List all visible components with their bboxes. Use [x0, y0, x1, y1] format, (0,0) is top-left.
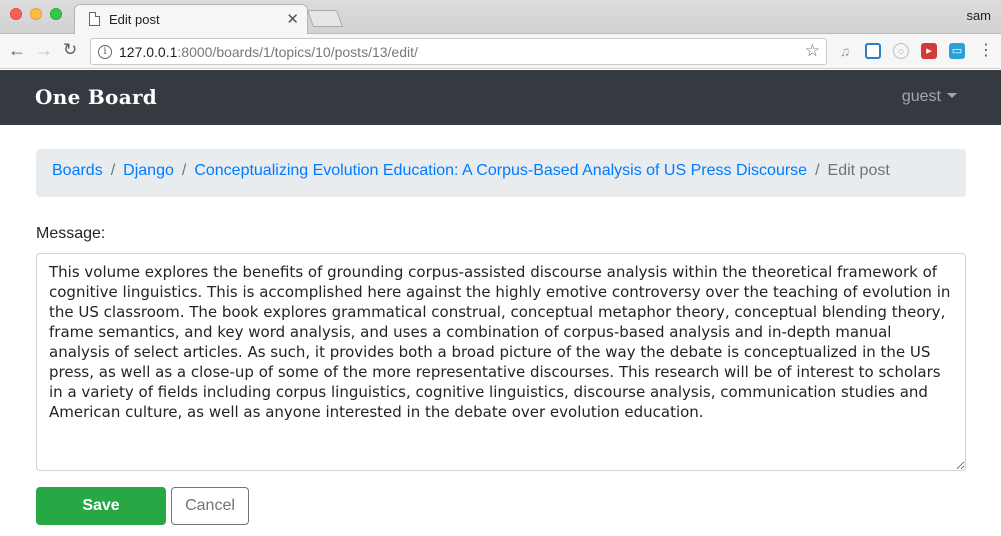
music-extension-icon[interactable]: ♫ [837, 43, 853, 59]
page-icon [89, 12, 100, 26]
minimize-window-icon[interactable] [30, 8, 42, 20]
breadcrumb: Boards / Django / Conceptualizing Evolution … [36, 149, 966, 197]
url-text[interactable]: 127.0.0.1:8000/boards/1/topics/10/posts/… [119, 44, 418, 60]
user-menu[interactable]: guest [902, 88, 957, 106]
breadcrumb-boards[interactable]: Boards [52, 162, 103, 179]
breadcrumb-separator: / [815, 162, 820, 179]
breadcrumb-separator: / [110, 162, 116, 179]
star-icon[interactable]: ☆ [805, 41, 820, 61]
user-name: guest [901, 88, 941, 105]
breadcrumb-edit-post: Edit post [827, 162, 890, 179]
browser-toolbar: ← → ↻ i 127.0.0.1:8000/boards/1/topics/1… [0, 34, 1001, 69]
address-bar[interactable]: i 127.0.0.1:8000/boards/1/topics/10/post… [90, 38, 827, 65]
breadcrumb-topic[interactable]: Conceptualizing Evolution Education: A C… [194, 162, 807, 179]
save-changes-button[interactable]: Save changes [36, 487, 166, 536]
screenshot-extension-icon[interactable] [865, 43, 881, 59]
reload-icon[interactable]: ↻ [63, 40, 77, 60]
url-host: 127.0.0.1 [119, 44, 178, 60]
browser-tab-bar: Edit post ✕ sam [0, 0, 1001, 35]
info-icon[interactable]: i [98, 45, 112, 59]
site-navbar: One Board guest [0, 70, 1001, 125]
profile-name[interactable]: sam [966, 8, 991, 23]
close-window-icon[interactable] [10, 8, 22, 20]
kebab-menu-icon[interactable]: ⋮ [978, 41, 994, 61]
close-tab-icon[interactable]: ✕ [286, 10, 299, 28]
maximize-window-icon[interactable] [50, 8, 62, 20]
browser-tab[interactable]: Edit post ✕ [74, 4, 308, 35]
caret-down-icon [947, 93, 957, 98]
message-label: Message: [36, 225, 106, 242]
message-textarea[interactable]: This volume explores the benefits of gro… [36, 253, 966, 471]
url-path: :8000/boards/1/topics/10/posts/13/edit/ [177, 44, 418, 60]
breadcrumb-separator: / [181, 162, 187, 179]
breadcrumb-django[interactable]: Django [123, 162, 174, 179]
brand-logo[interactable]: One Board [35, 85, 157, 109]
tab-title: Edit post [109, 12, 160, 27]
blue-extension-icon[interactable]: ▭ [949, 43, 965, 59]
back-icon[interactable]: ← [8, 40, 26, 60]
forward-icon[interactable]: → [35, 40, 53, 60]
red-extension-icon[interactable]: ▸ [921, 43, 937, 59]
new-tab-button[interactable] [306, 10, 344, 27]
circle-extension-icon[interactable]: ○ [893, 43, 909, 59]
cancel-button[interactable]: Cancel [171, 487, 249, 525]
